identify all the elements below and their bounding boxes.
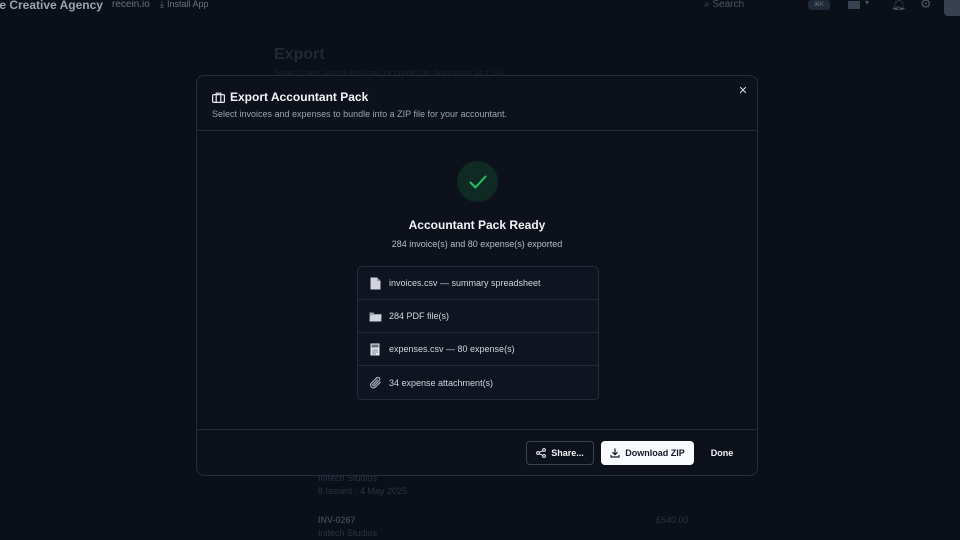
receipt-icon: [368, 342, 382, 356]
chevron-down-icon: ▾: [865, 0, 870, 7]
export-file-list: invoices.csv — summary spreadsheet 284 P…: [357, 266, 599, 400]
search-icon: ⌕: [704, 0, 710, 10]
search-shortcut: ⌘K: [808, 0, 830, 10]
download-zip-button[interactable]: Download ZIP: [601, 441, 694, 465]
workspace-name[interactable]: ne Creative Agency: [0, 0, 103, 12]
close-icon[interactable]: ✕: [736, 84, 750, 98]
dialog-title: Export Accountant Pack: [230, 90, 369, 104]
document-icon: [368, 276, 382, 290]
briefcase-icon: [212, 92, 225, 103]
dialog-footer: Share... Download ZIP Done: [197, 429, 757, 477]
list-item: 284 PDF file(s): [358, 300, 598, 333]
folder-icon: [368, 309, 382, 323]
flag-icon[interactable]: [848, 1, 860, 9]
list-item-meta: 8 Issued · 4 May 2025: [318, 486, 408, 496]
avatar[interactable]: [944, 0, 960, 16]
ready-title: Accountant Pack Ready: [408, 218, 546, 232]
export-accountant-pack-dialog: Export Accountant Pack Select invoices a…: [196, 75, 758, 476]
success-check-icon: [457, 161, 498, 202]
gear-icon[interactable]: ⚙: [920, 0, 932, 12]
file-label: expenses.csv — 80 expense(s): [389, 344, 515, 354]
file-label: 284 PDF file(s): [389, 311, 450, 321]
invoice-number[interactable]: INV-0267: [318, 515, 356, 525]
file-label: invoices.csv — summary spreadsheet: [389, 278, 541, 288]
dialog-header: Export Accountant Pack Select invoices a…: [197, 76, 757, 131]
search-placeholder: Search: [712, 0, 745, 10]
page-title: Export: [274, 46, 325, 63]
list-item: invoices.csv — summary spreadsheet: [358, 267, 598, 300]
done-button[interactable]: Done: [701, 441, 743, 465]
list-item: 34 expense attachment(s): [358, 366, 598, 399]
top-bar: ne Creative Agency recein.io ⤓ Install Ap…: [0, 0, 960, 16]
install-app-button[interactable]: ⤓ Install App: [160, 0, 209, 10]
list-item: expenses.csv — 80 expense(s): [358, 333, 598, 366]
share-icon: [536, 448, 547, 458]
workspace-domain: recein.io: [112, 0, 150, 10]
download-icon: ⤓: [160, 0, 164, 9]
export-summary: 284 invoice(s) and 80 expense(s) exporte…: [391, 239, 563, 249]
paperclip-icon: [368, 376, 382, 390]
invoice-amount: £540.00: [656, 515, 689, 525]
list-item-meta: Initech Studios: [318, 528, 378, 538]
download-zip-label: Download ZIP: [625, 448, 685, 458]
share-button-label: Share...: [551, 448, 584, 458]
share-button[interactable]: Share...: [526, 441, 594, 465]
dialog-description: Select invoices and expenses to bundle i…: [212, 109, 508, 119]
search-input[interactable]: ⌕ Search: [704, 0, 744, 10]
download-icon: [610, 448, 620, 458]
install-app-label: Install App: [166, 0, 209, 9]
file-label: 34 expense attachment(s): [389, 377, 494, 388]
bell-icon[interactable]: 🔔︎: [891, 0, 906, 11]
